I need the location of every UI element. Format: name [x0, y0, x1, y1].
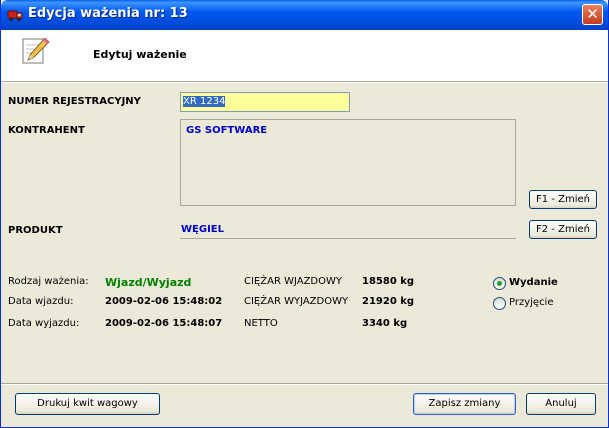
entry-date-value: 2009-02-06 15:48:02: [105, 296, 223, 307]
plate-number-value: XR 1234: [183, 96, 226, 107]
window-title: Edycja ważenia nr: 13: [28, 6, 188, 21]
cancel-button[interactable]: Anuluj: [526, 393, 596, 415]
net-value: 3340 kg: [362, 318, 408, 329]
radio-przyjecie[interactable]: [493, 297, 506, 310]
header-title: Edytuj ważenie: [93, 48, 187, 61]
change-contractor-button[interactable]: F1 - Zmień: [529, 190, 597, 209]
save-changes-button[interactable]: Zapisz zmiany: [413, 393, 516, 415]
exit-weight-label: CIĘŻAR WYJAZDOWY: [244, 296, 349, 307]
print-ticket-button[interactable]: Drukuj kwit wagowy: [15, 393, 160, 415]
contractor-box: GS SOFTWARE: [180, 119, 516, 206]
product-label: PRODUKT: [8, 225, 63, 236]
radio-wydanie-label[interactable]: Wydanie: [509, 277, 558, 288]
header-divider: [1, 81, 608, 83]
exit-date-value: 2009-02-06 15:48:07: [105, 318, 223, 329]
radio-przyjecie-label[interactable]: Przyjęcie: [509, 297, 554, 308]
product-value: WĘGIEL: [181, 224, 224, 235]
change-product-button[interactable]: F2 - Zmień: [529, 220, 597, 239]
product-field: WĘGIEL: [180, 223, 516, 239]
title-bar[interactable]: Edycja ważenia nr: 13 ✕: [1, 0, 608, 30]
entry-weight-value: 18580 kg: [362, 276, 415, 287]
contractor-value: GS SOFTWARE: [186, 125, 268, 136]
weighing-type-value: Wjazd/Wyjazd: [105, 276, 192, 289]
pencil-icon: [22, 37, 50, 64]
footer-divider: [1, 383, 608, 385]
entry-weight-label: CIĘŻAR WJAZDOWY: [244, 276, 342, 287]
plate-number-input[interactable]: XR 1234: [180, 92, 350, 112]
radio-selected-dot: [497, 281, 502, 286]
plate-label: NUMER REJESTRACYJNY: [8, 96, 141, 107]
radio-wydanie[interactable]: [493, 277, 506, 290]
dialog-header: Edytuj ważenie: [1, 30, 608, 81]
net-label: NETTO: [244, 318, 278, 329]
truck-icon: [7, 10, 23, 22]
close-icon: ✕: [586, 5, 599, 23]
close-button[interactable]: ✕: [582, 4, 603, 25]
exit-date-label: Data wyjazdu:: [8, 318, 80, 329]
weighing-type-label: Rodzaj ważenia:: [8, 276, 89, 287]
edit-weighing-dialog: Edycja ważenia nr: 13 ✕ Edytuj ważenie N…: [0, 0, 609, 428]
exit-weight-value: 21920 kg: [362, 296, 415, 307]
contractor-label: KONTRAHENT: [8, 125, 85, 136]
entry-date-label: Data wjazdu:: [8, 296, 74, 307]
